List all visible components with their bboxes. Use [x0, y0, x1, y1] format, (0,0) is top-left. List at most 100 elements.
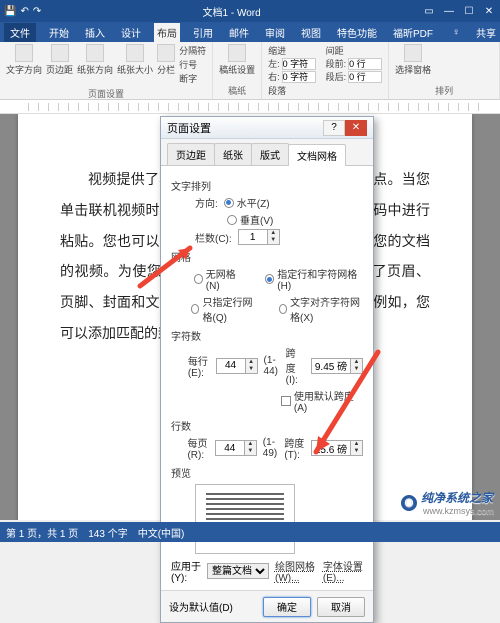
watermark-text: 纯净系统之家	[421, 491, 493, 505]
lines-per-page-range: (1-49)	[263, 437, 279, 459]
dialog-close-icon[interactable]: ✕	[345, 120, 367, 136]
size-button[interactable]: 纸张大小	[117, 44, 153, 85]
spin-up-icon[interactable]: ▲	[268, 230, 279, 237]
grid-none-radio[interactable]: 无网格(N)	[194, 266, 246, 292]
ribbon-tab-foxit[interactable]: 福昕PDF	[390, 23, 436, 42]
dialog-footer: 设为默认值(D) 确定 取消	[161, 590, 373, 622]
dialog-tab-paper[interactable]: 纸张	[214, 143, 252, 165]
draw-grid-button[interactable]: 绘图网格(W)...	[275, 558, 317, 584]
undo-icon[interactable]: ↶	[20, 6, 28, 17]
ok-button[interactable]: 确定	[263, 597, 311, 617]
arrange-label: 排列	[395, 84, 493, 97]
maximize-icon[interactable]: ☐	[462, 6, 476, 17]
use-default-pitch-check[interactable]: 使用默认跨度(A)	[281, 388, 363, 414]
columns-spinner[interactable]: ▲▼	[238, 229, 280, 245]
lines-section: 行数	[171, 418, 363, 433]
horizontal-ruler[interactable]	[0, 100, 500, 114]
char-pitch-spinner[interactable]: ▲▼	[311, 358, 363, 374]
grid-chars-lines-radio[interactable]: 指定行和字符网格(H)	[265, 266, 363, 292]
status-page[interactable]: 第 1 页，共 1 页	[6, 525, 78, 540]
spacing-after-input[interactable]	[348, 71, 382, 83]
chars-per-line-spinner[interactable]: ▲▼	[216, 358, 258, 374]
manuscript-group: 稿纸设置 稿纸	[213, 42, 262, 99]
spin-up-icon[interactable]: ▲	[245, 441, 256, 448]
ribbon-tab-mailings[interactable]: 邮件	[226, 23, 252, 42]
ribbon-tab-special[interactable]: 特色功能	[334, 23, 380, 42]
tell-me-icon[interactable]: ♀	[452, 27, 460, 38]
indent-spacing-group: 缩进 左: 右: 间距 段前: 段后: 段落	[262, 42, 389, 99]
margins-button[interactable]: 页边距	[46, 44, 73, 85]
hyphenation-button[interactable]: 断字	[179, 72, 206, 85]
spacing-after-label: 段后:	[326, 70, 347, 83]
ribbon-tab-design[interactable]: 设计	[118, 23, 144, 42]
spacing-before-input[interactable]	[348, 58, 382, 70]
arrange-group: 选择窗格 排列	[389, 42, 500, 99]
spin-down-icon[interactable]: ▼	[268, 237, 279, 244]
ribbon-tab-home[interactable]: 开始	[46, 23, 72, 42]
preview-box	[195, 484, 295, 554]
spin-up-icon[interactable]: ▲	[351, 359, 362, 366]
dialog-tab-margins[interactable]: 页边距	[167, 143, 215, 165]
dialog-help-icon[interactable]: ?	[323, 120, 345, 136]
redo-icon[interactable]: ↷	[33, 6, 41, 17]
manuscript-settings-button[interactable]: 稿纸设置	[219, 44, 255, 76]
indent-right-input[interactable]	[282, 71, 316, 83]
orientation-button[interactable]: 纸张方向	[77, 44, 113, 85]
chars-per-line-range: (1-44)	[264, 355, 280, 377]
grid-align-chars-radio[interactable]: 文字对齐字符网格(X)	[279, 294, 363, 324]
selection-pane-button[interactable]: 选择窗格	[395, 44, 431, 76]
dialog-tab-grid[interactable]: 文档网格	[288, 144, 346, 166]
document-title: 文档1 - Word	[41, 4, 422, 19]
apply-to-select[interactable]: 整篇文档	[207, 563, 269, 579]
page-setup-label: 页面设置	[6, 87, 206, 100]
set-default-button[interactable]: 设为默认值(D)	[169, 599, 233, 614]
spin-up-icon[interactable]: ▲	[246, 359, 257, 366]
page-setup-group: 文字方向 页边距 纸张方向 纸张大小 分栏 分隔符 行号 断字 页面设置	[0, 42, 213, 99]
dialog-titlebar[interactable]: 页面设置 ? ✕	[161, 117, 373, 139]
ribbon-options-icon[interactable]: ▭	[422, 6, 436, 17]
manuscript-label: 稿纸	[219, 84, 255, 97]
watermark-icon: ◉	[401, 495, 417, 511]
ribbon-tab-references[interactable]: 引用	[190, 23, 216, 42]
indent-title: 缩进	[268, 44, 316, 57]
dialog-tabs: 页边距 纸张 版式 文档网格	[161, 139, 373, 166]
ribbon-tab-layout[interactable]: 布局	[154, 23, 180, 42]
direction-horizontal-radio[interactable]: 水平(Z)	[224, 195, 270, 210]
spin-down-icon[interactable]: ▼	[351, 366, 362, 373]
ribbon-tab-review[interactable]: 审阅	[262, 23, 288, 42]
indent-left-input[interactable]	[282, 58, 316, 70]
status-words[interactable]: 143 个字	[88, 525, 127, 540]
direction-label: 方向:	[195, 195, 218, 210]
chars-per-line-label: 每行(E):	[188, 353, 210, 379]
lines-per-page-spinner[interactable]: ▲▼	[215, 440, 257, 456]
spin-down-icon[interactable]: ▼	[351, 448, 362, 455]
chars-section: 字符数	[171, 328, 363, 343]
direction-vertical-radio[interactable]: 垂直(V)	[227, 212, 273, 227]
indent-right-label: 右:	[268, 70, 280, 83]
ribbon-tab-insert[interactable]: 插入	[82, 23, 108, 42]
preview-section: 预览	[171, 465, 363, 480]
watermark-url: www.kzmsys.com	[423, 506, 494, 516]
cancel-button[interactable]: 取消	[317, 597, 365, 617]
line-numbers-button[interactable]: 行号	[179, 58, 206, 71]
quick-save-icon[interactable]: 💾	[4, 6, 16, 17]
spin-down-icon[interactable]: ▼	[246, 366, 257, 373]
spacing-title: 间距	[326, 44, 383, 57]
columns-button[interactable]: 分栏	[157, 44, 175, 85]
file-tab[interactable]: 文件	[4, 23, 36, 42]
close-window-icon[interactable]: ✕	[482, 6, 496, 17]
breaks-button[interactable]: 分隔符	[179, 44, 206, 57]
spin-down-icon[interactable]: ▼	[245, 448, 256, 455]
status-language[interactable]: 中文(中国)	[138, 525, 185, 540]
grid-lines-only-radio[interactable]: 只指定行网格(Q)	[191, 294, 260, 324]
indent-left-label: 左:	[268, 57, 280, 70]
dialog-tab-layout[interactable]: 版式	[251, 143, 289, 165]
spin-up-icon[interactable]: ▲	[351, 441, 362, 448]
page-setup-dialog: 页面设置 ? ✕ 页边距 纸张 版式 文档网格 文字排列 方向: 水平(Z) 垂…	[160, 116, 374, 623]
minimize-icon[interactable]: —	[442, 6, 456, 17]
font-settings-button[interactable]: 字体设置(E)...	[323, 558, 363, 584]
text-direction-button[interactable]: 文字方向	[6, 44, 42, 85]
line-pitch-spinner[interactable]: ▲▼	[311, 440, 363, 456]
share-button[interactable]: 共享	[476, 25, 496, 40]
ribbon-tab-view[interactable]: 视图	[298, 23, 324, 42]
